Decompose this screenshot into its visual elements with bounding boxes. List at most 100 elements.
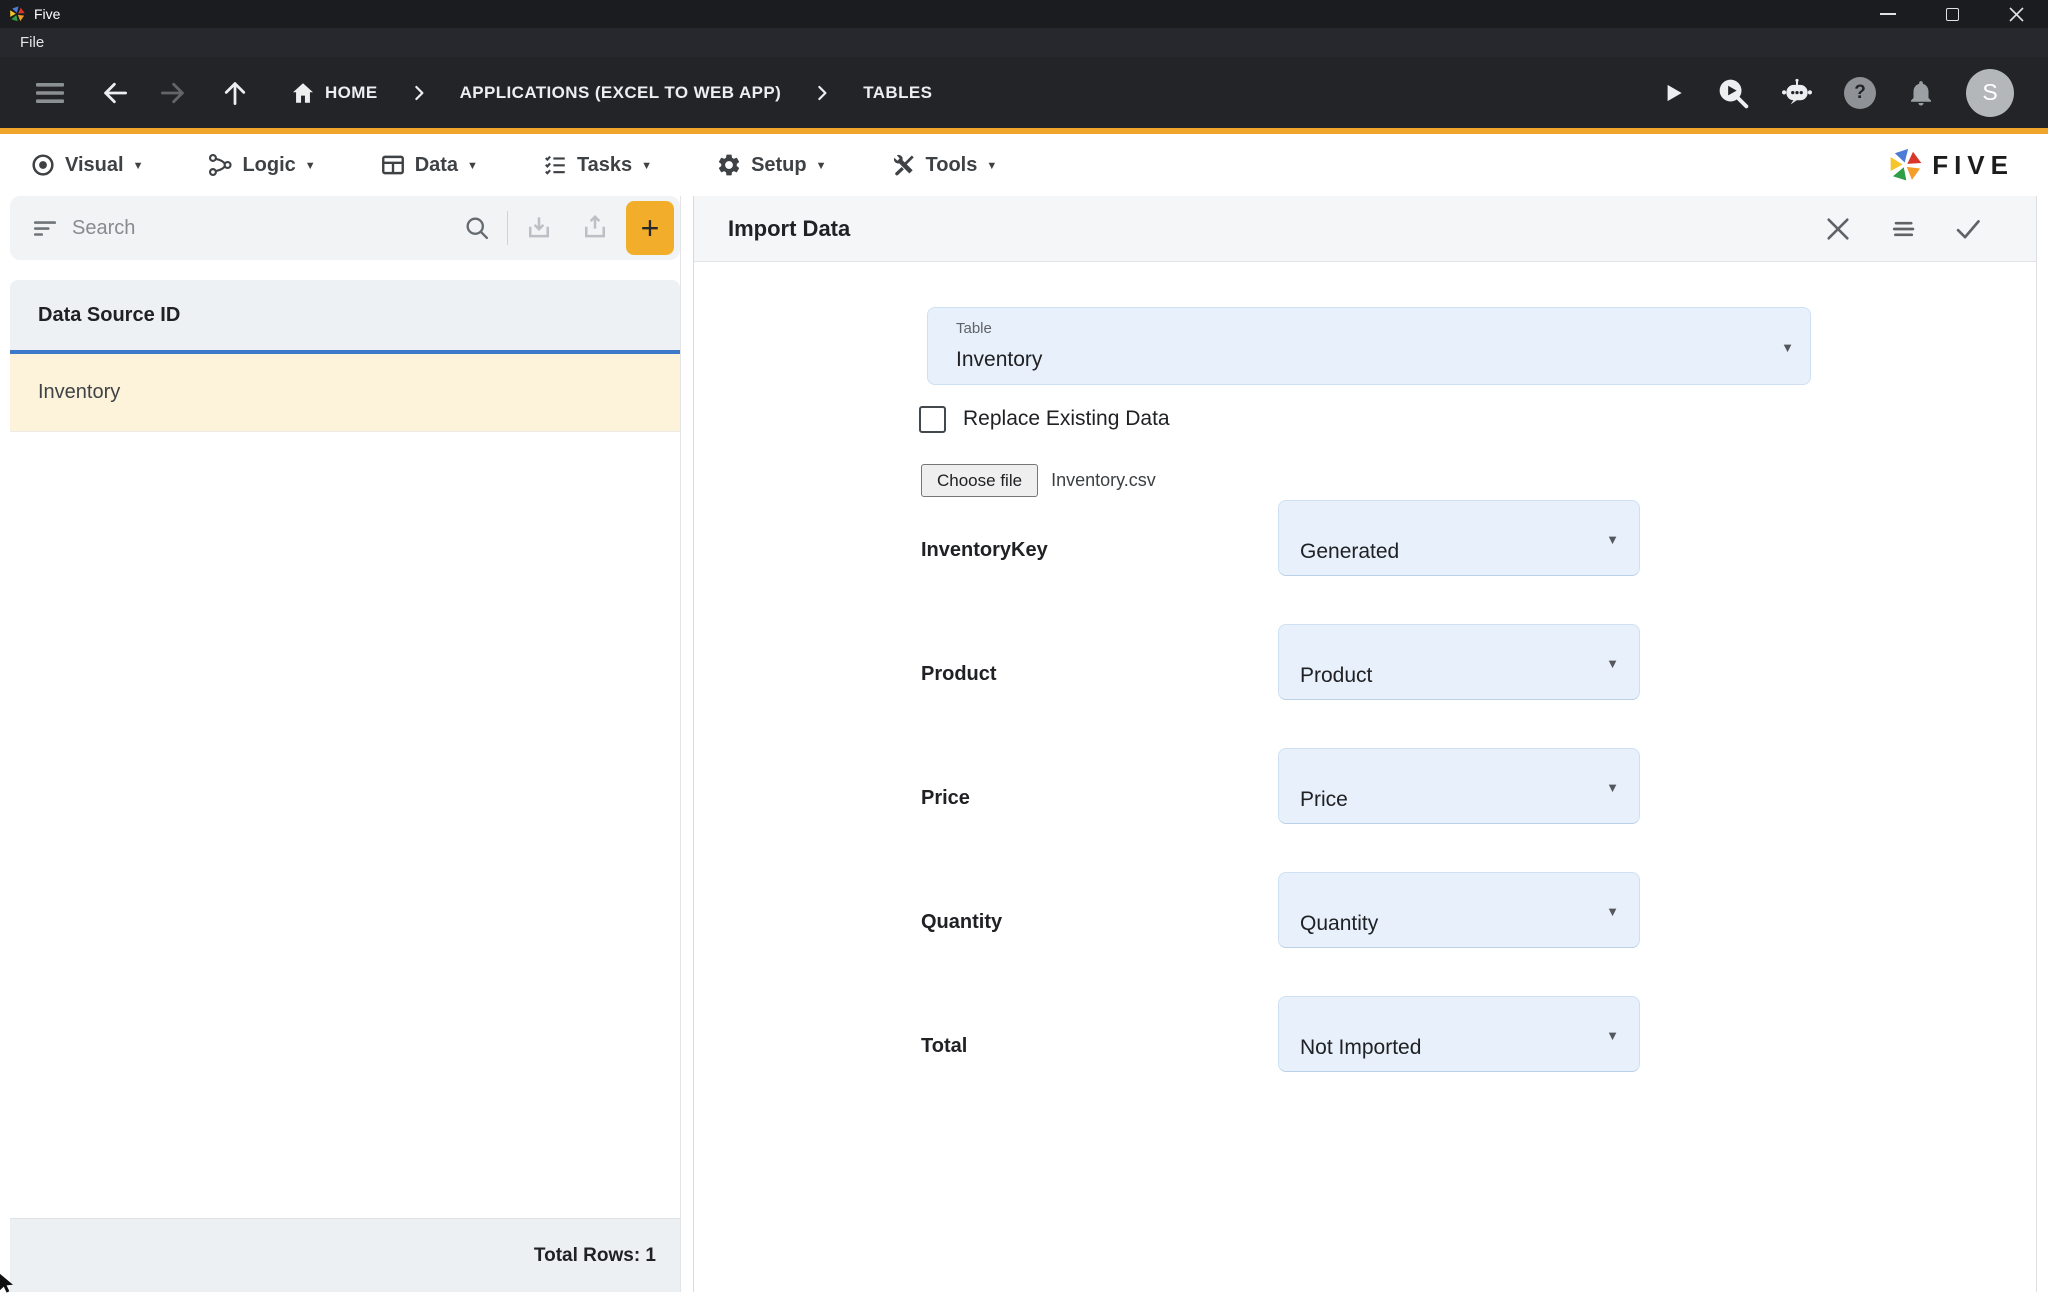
import-icon[interactable]	[524, 213, 554, 243]
hamburger-icon	[36, 82, 64, 104]
breadcrumb-tables[interactable]: TABLES	[863, 83, 932, 103]
minimize-button[interactable]	[1856, 0, 1920, 28]
table-select-value: Inventory	[956, 348, 1042, 372]
selected-filename: Inventory.csv	[1051, 470, 1156, 491]
replace-existing-data-checkbox[interactable]	[919, 406, 946, 433]
mapping-label-price: Price	[921, 787, 1261, 810]
file-input-row: Choose file Inventory.csv	[921, 464, 1156, 497]
caret-down-icon: ▼	[1606, 532, 1619, 547]
caret-down-icon: ▼	[1781, 340, 1794, 355]
forward-button[interactable]	[158, 78, 188, 108]
navigation-bar: HOME APPLICATIONS (EXCEL TO WEB APP) TAB…	[0, 57, 2048, 128]
caret-down-icon: ▼	[641, 160, 652, 172]
close-icon	[2009, 7, 2024, 22]
breadcrumb-home-label[interactable]: HOME	[325, 83, 378, 103]
menu-bar: File	[0, 28, 2048, 57]
window-controls	[1856, 0, 2048, 28]
toolbar-menu-tools[interactable]: Tools ▼	[891, 152, 998, 178]
mapping-select-value: Generated	[1300, 540, 1399, 564]
search-bar: +	[10, 196, 680, 260]
caret-down-icon: ▼	[305, 160, 316, 172]
caret-down-icon: ▼	[986, 160, 997, 172]
bell-icon	[1906, 78, 1936, 108]
list-row-label: Inventory	[38, 381, 120, 404]
mapping-label-quantity: Quantity	[921, 911, 1261, 934]
toolbar-menu-label: Visual	[65, 154, 124, 177]
mapping-label-inventorykey: InventoryKey	[921, 539, 1261, 562]
window-titlebar: Five	[0, 0, 2048, 28]
notifications-button[interactable]	[1906, 78, 1936, 108]
toolbar-menu-tasks[interactable]: Tasks ▼	[542, 152, 652, 178]
toolbar-menu-data[interactable]: Data ▼	[380, 152, 478, 178]
window-title: Five	[34, 6, 60, 22]
chevron-right-icon	[410, 84, 428, 102]
hamburger-menu-button[interactable]	[36, 82, 64, 104]
search-input[interactable]	[72, 217, 322, 240]
mapping-select-product[interactable]: Product ▼	[1278, 624, 1640, 700]
mapping-select-value: Price	[1300, 788, 1348, 812]
total-rows-label: Total Rows: 1	[534, 1245, 656, 1267]
five-logo-icon	[8, 5, 26, 23]
mapping-select-quantity[interactable]: Quantity ▼	[1278, 872, 1640, 948]
assistant-button[interactable]	[1780, 76, 1814, 110]
dialog-menu-lines-icon[interactable]	[1889, 215, 1917, 243]
choose-file-button[interactable]: Choose file	[921, 464, 1038, 497]
dialog-close-icon[interactable]	[1824, 215, 1852, 243]
search-play-icon	[1716, 76, 1750, 110]
toolbar-menu-label: Setup	[751, 154, 807, 177]
left-panel-edge	[680, 196, 681, 1292]
toolbar-menu-label: Tasks	[577, 154, 632, 177]
replace-existing-data-row: Replace Existing Data	[919, 404, 1170, 434]
toolbar-menu-setup[interactable]: Setup ▼	[716, 152, 826, 178]
caret-down-icon: ▼	[1606, 656, 1619, 671]
table-select[interactable]: Table Inventory ▼	[927, 307, 1811, 385]
back-button[interactable]	[100, 78, 130, 108]
list-row-inventory[interactable]: Inventory	[10, 354, 680, 432]
maximize-button[interactable]	[1920, 0, 1984, 28]
tools-icon	[891, 152, 917, 178]
toolbar-menu-visual[interactable]: Visual ▼	[30, 152, 143, 178]
help-icon: ?	[1854, 82, 1866, 104]
preview-app-button[interactable]	[1716, 76, 1750, 110]
choose-file-label: Choose file	[937, 471, 1022, 491]
plus-icon: +	[641, 210, 660, 247]
search-icon[interactable]	[463, 214, 491, 242]
help-button[interactable]: ?	[1844, 77, 1876, 109]
user-avatar[interactable]: S	[1966, 69, 2014, 117]
up-level-button[interactable]	[220, 78, 250, 108]
brand-wordmark: FIVE	[1932, 150, 2014, 181]
back-arrow-icon	[100, 78, 130, 108]
table-select-label: Table	[956, 320, 992, 337]
menu-file[interactable]: File	[20, 34, 44, 51]
chat-bot-icon	[1780, 76, 1814, 110]
forward-arrow-icon	[158, 78, 188, 108]
caret-down-icon: ▼	[467, 160, 478, 172]
breadcrumb-applications[interactable]: APPLICATIONS (EXCEL TO WEB APP)	[460, 83, 782, 103]
caret-down-icon: ▼	[1606, 780, 1619, 795]
mouse-cursor	[0, 1272, 18, 1294]
main-toolbar: Visual ▼ Logic ▼ Data ▼ Tasks ▼ Setup ▼ …	[0, 134, 2048, 196]
panel-divider	[693, 196, 694, 1292]
dialog-save-check-icon[interactable]	[1954, 215, 1982, 243]
toolbar-menu-label: Data	[415, 154, 458, 177]
mapping-select-inventorykey[interactable]: Generated ▼	[1278, 500, 1640, 576]
filter-icon	[32, 215, 58, 241]
caret-down-icon: ▼	[133, 160, 144, 172]
mapping-select-value: Product	[1300, 664, 1372, 688]
breadcrumb-home[interactable]: HOME	[290, 80, 378, 106]
home-icon	[290, 80, 316, 106]
mapping-label-total: Total	[921, 1035, 1261, 1058]
column-header-data-source-id[interactable]: Data Source ID	[10, 280, 680, 350]
export-icon[interactable]	[580, 213, 610, 243]
run-button[interactable]	[1660, 80, 1686, 106]
toolbar-menu-logic[interactable]: Logic ▼	[207, 152, 315, 178]
caret-down-icon: ▼	[1606, 904, 1619, 919]
visual-icon	[30, 152, 56, 178]
divider	[507, 211, 508, 245]
close-button[interactable]	[1984, 0, 2048, 28]
mapping-select-total[interactable]: Not Imported ▼	[1278, 996, 1640, 1072]
add-record-button[interactable]: +	[626, 201, 674, 255]
dialog-title: Import Data	[728, 216, 850, 242]
mapping-select-price[interactable]: Price ▼	[1278, 748, 1640, 824]
toolbar-menu-label: Tools	[926, 154, 978, 177]
